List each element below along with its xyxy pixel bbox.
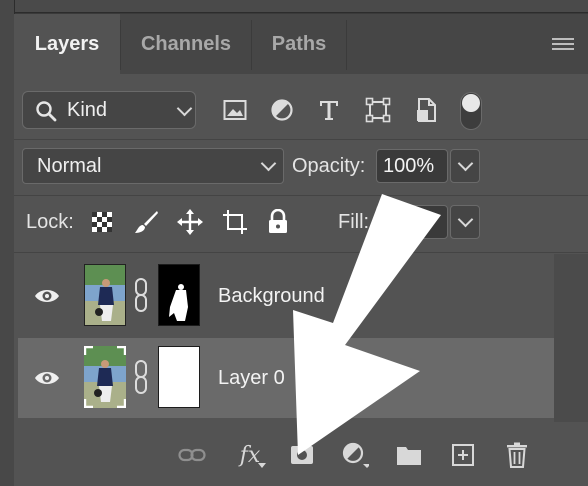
annotation-arrow-icon [293, 194, 441, 455]
